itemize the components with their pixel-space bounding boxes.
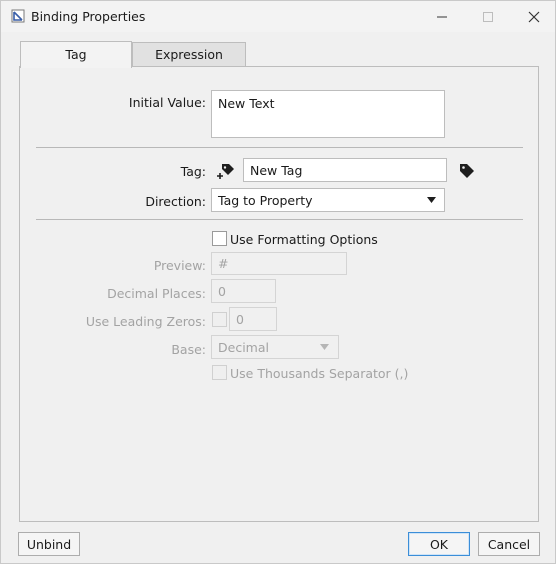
base-select: Decimal (211, 335, 339, 359)
title-bar[interactable]: Binding Properties (1, 1, 555, 32)
tag-add-icon[interactable] (216, 161, 236, 181)
unbind-button[interactable]: Unbind (18, 532, 80, 556)
thousands-separator-label: Use Thousands Separator (,) (230, 366, 409, 381)
direction-select[interactable]: Tag to Property (211, 188, 445, 212)
base-label: Base: (171, 342, 206, 357)
use-formatting-checkbox[interactable] (212, 231, 227, 246)
tag-label: Tag: (180, 164, 206, 179)
maximize-button (465, 1, 511, 32)
minimize-button[interactable] (419, 1, 465, 32)
cancel-button[interactable]: Cancel (478, 532, 540, 556)
use-formatting-label: Use Formatting Options (230, 232, 378, 247)
preview-label: Preview: (153, 258, 206, 273)
binding-properties-dialog: Binding Properties Tag Expression Initia… (0, 0, 556, 564)
separator (36, 147, 523, 148)
initial-value-input[interactable]: New Text (211, 90, 445, 138)
tag-browse-icon[interactable] (457, 161, 477, 181)
tab-tag[interactable]: Tag (20, 41, 132, 68)
leading-zeros-checkbox (212, 312, 227, 327)
app-icon (11, 9, 25, 23)
preview-field: # (211, 252, 347, 275)
window-title: Binding Properties (31, 9, 146, 24)
direction-select-value: Tag to Property (218, 193, 313, 208)
leading-zeros-input: 0 (229, 307, 277, 331)
tag-panel: Initial Value: New Text Tag: New Tag Dir… (19, 66, 539, 522)
direction-label: Direction: (145, 194, 206, 209)
chevron-down-icon (427, 197, 436, 203)
decimal-places-input: 0 (211, 279, 276, 303)
base-select-value: Decimal (218, 340, 269, 355)
tab-expression[interactable]: Expression (132, 42, 246, 67)
leading-zeros-label: Use Leading Zeros: (85, 314, 206, 329)
separator (36, 219, 523, 220)
chevron-down-icon (320, 344, 329, 350)
decimal-places-label: Decimal Places: (107, 286, 206, 301)
close-icon (528, 11, 540, 22)
thousands-separator-checkbox (212, 365, 227, 380)
minimize-icon (437, 16, 447, 17)
initial-value-label: Initial Value: (128, 95, 206, 110)
ok-button[interactable]: OK (408, 532, 470, 556)
tag-input[interactable]: New Tag (243, 158, 447, 182)
close-button[interactable] (511, 1, 556, 32)
maximize-icon (483, 11, 493, 22)
